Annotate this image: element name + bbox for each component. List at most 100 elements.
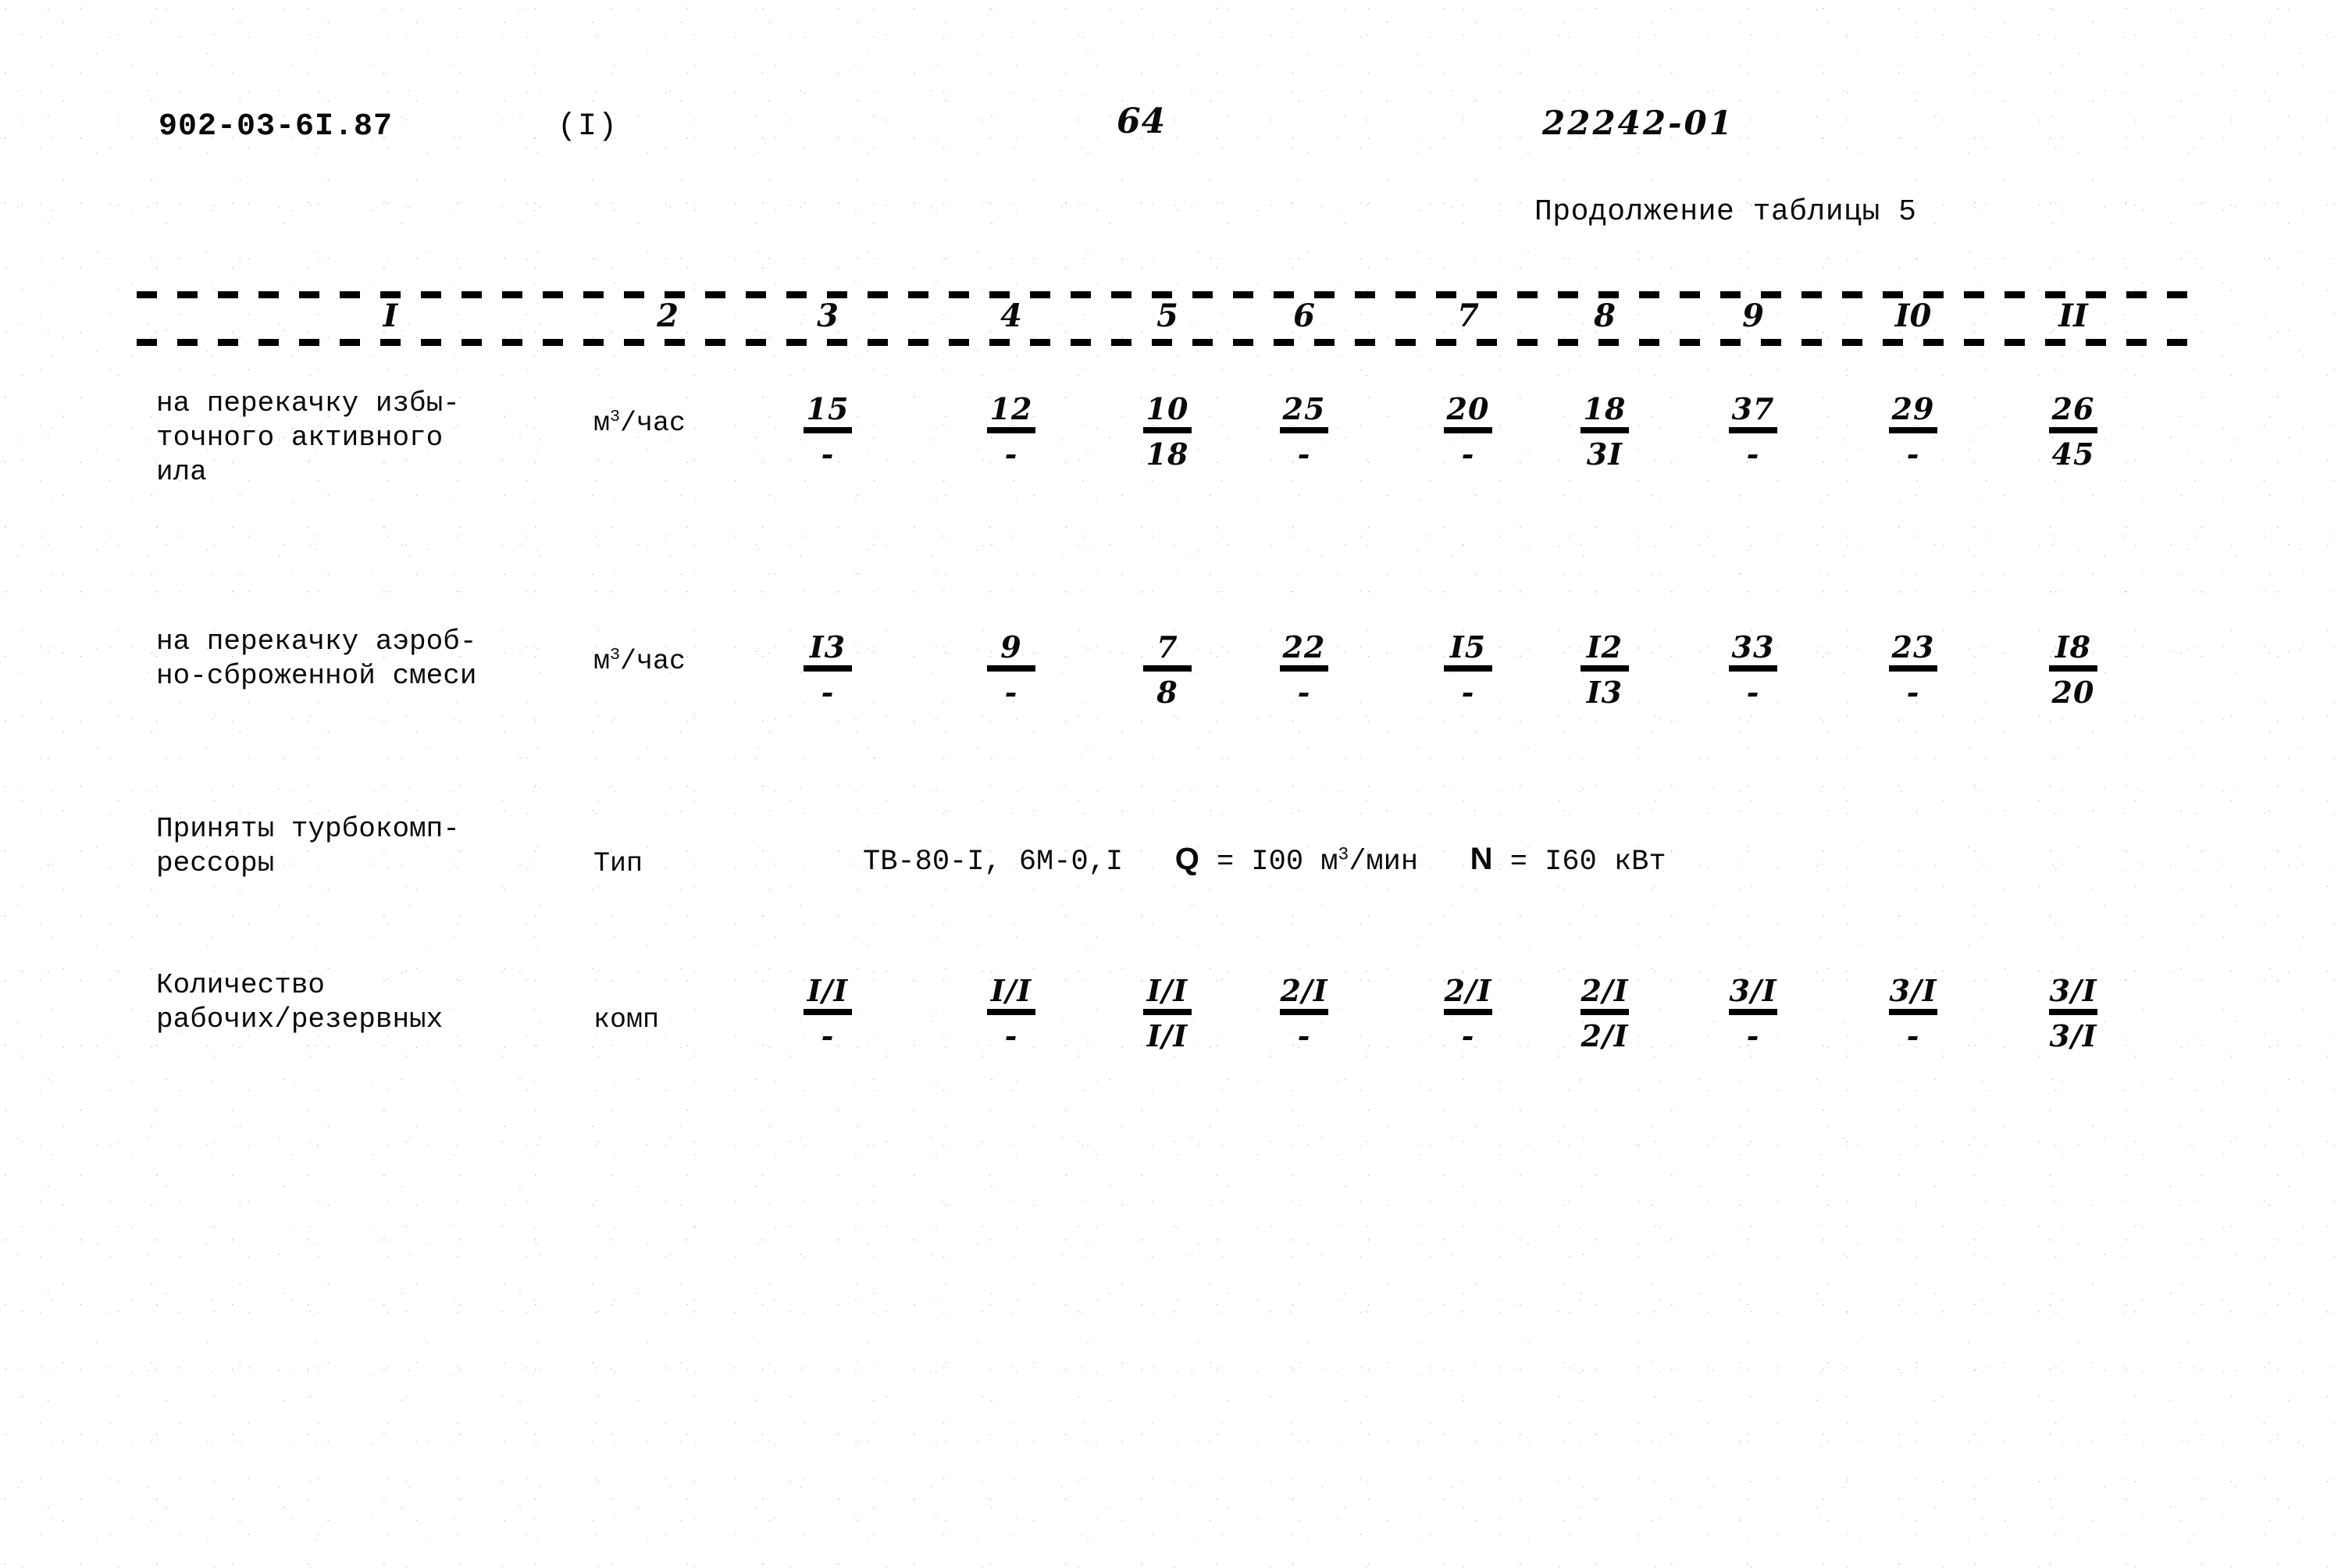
fraction-bar: [1280, 427, 1328, 433]
row-label: Количество рабочих/резервных: [156, 969, 444, 1035]
table-cell: 2/I -: [1226, 976, 1382, 1053]
cell-denominator: -: [1004, 437, 1018, 472]
fraction-bar: [1729, 665, 1777, 672]
cell-numerator: 9: [1000, 629, 1022, 665]
table-cell: 3/I 3/I: [1995, 976, 2151, 1053]
unit-exponent: 3: [610, 407, 621, 426]
cell-numerator: 33: [1731, 629, 1775, 665]
table-cell: 23-: [1835, 633, 1991, 709]
cell-numerator: 3/I: [1889, 973, 1937, 1008]
table-cell: 2/I -: [1390, 976, 1546, 1053]
column-number-1: I: [383, 298, 398, 334]
fraction-bar: [987, 665, 1035, 672]
row-unit: комп: [593, 1004, 660, 1035]
fraction-bar: [987, 427, 1035, 433]
table-rule-bottom: [137, 339, 2206, 346]
fraction-bar: [1280, 665, 1328, 672]
fraction-bar: [1143, 1009, 1192, 1015]
fraction-bar: [2049, 1009, 2097, 1015]
cell-denominator: -: [821, 675, 835, 710]
table-cell: 78: [1089, 633, 1245, 709]
power-symbol: N: [1470, 842, 1493, 876]
fraction-bar: [1889, 427, 1937, 433]
table-cell: 25 -: [1226, 394, 1382, 471]
cell-numerator: 7: [1156, 629, 1178, 665]
cell-denominator: -: [1461, 437, 1475, 472]
fraction-bar: [1143, 427, 1192, 433]
cell-numerator: 2/I: [1444, 973, 1492, 1008]
cell-denominator: -: [1461, 675, 1475, 710]
cell-numerator: 25: [1282, 391, 1326, 426]
fraction-bar: [2049, 427, 2097, 433]
page-number: 64: [1117, 102, 1167, 141]
cell-numerator: 2/I: [1280, 973, 1328, 1008]
cell-denominator: -: [1461, 1018, 1475, 1053]
column-number-5: 5: [1156, 298, 1178, 334]
table-cell: I/I I/I: [1089, 976, 1245, 1053]
column-number-4: 4: [1000, 298, 1022, 334]
fraction-bar: [804, 665, 852, 672]
cell-numerator: 37: [1731, 391, 1775, 426]
table-cell: 9-: [933, 633, 1089, 709]
cell-denominator: -: [1297, 1018, 1311, 1053]
cell-denominator: 8: [1156, 675, 1178, 710]
fraction-bar: [2049, 665, 2097, 672]
cell-denominator: -: [1297, 675, 1311, 710]
table-cell: 20 -: [1390, 394, 1546, 471]
table-cell: I/I -: [933, 976, 1089, 1053]
drawing-number: 22242-01: [1542, 104, 1734, 142]
table-cell: 10 18: [1089, 394, 1245, 471]
table-cell: I5-: [1390, 633, 1546, 709]
cell-numerator: 23: [1891, 629, 1935, 665]
table-cell: I3-: [750, 633, 906, 709]
row-unit: м3/час: [593, 407, 686, 439]
cell-numerator: 3/I: [2049, 973, 2097, 1008]
cell-numerator: 22: [1282, 629, 1326, 665]
row-unit: Тип: [593, 848, 643, 879]
table-cell: I/I -: [750, 976, 906, 1053]
cell-numerator: 29: [1891, 391, 1935, 426]
table-cell: I8 20: [1995, 633, 2151, 709]
column-number-2: 2: [657, 298, 679, 334]
flow-unit-exponent: 3: [1338, 844, 1349, 865]
fraction-bar: [1143, 665, 1192, 672]
cell-denominator: -: [1746, 1018, 1760, 1053]
cell-denominator: -: [1906, 1018, 1920, 1053]
turbocompressor-spec-text: ТВ-80-I, 6М-0,I Q = I00 м3/мин N = I60 к…: [863, 842, 1666, 878]
cell-denominator: -: [1906, 675, 1920, 710]
cell-denominator: 3/I: [2049, 1018, 2097, 1053]
table-continuation-caption: Продолжение таблицы 5: [1534, 195, 1917, 229]
fraction-bar: [804, 1009, 852, 1015]
row-label: Приняты турбокомп- рессоры: [156, 813, 460, 879]
flow-symbol: Q: [1174, 842, 1199, 876]
unit-exponent: 3: [610, 645, 621, 665]
cell-denominator: 3I: [1586, 437, 1623, 472]
table-cell: 29 -: [1835, 394, 1991, 471]
cell-numerator: I2: [1586, 629, 1623, 665]
cell-numerator: 2/I: [1580, 973, 1629, 1008]
cell-numerator: 18: [1583, 391, 1627, 426]
cell-denominator: -: [1297, 437, 1311, 472]
cell-denominator: 20: [2051, 675, 2095, 710]
fraction-bar: [1729, 1009, 1777, 1015]
column-number-3: 3: [817, 298, 839, 334]
cell-numerator: I/I: [1146, 973, 1188, 1008]
fraction-bar: [1580, 427, 1629, 433]
fraction-bar: [1444, 427, 1492, 433]
row-label: на перекачку аэроб- но-сброженной смеси: [156, 625, 477, 692]
document-code: 902-03-6I.87: [159, 109, 394, 144]
table-cell: 33-: [1675, 633, 1831, 709]
row-label: на перекачку избы- точного активного ила: [156, 387, 460, 488]
table-cell: 37 -: [1675, 394, 1831, 471]
row-unit: м3/час: [593, 645, 686, 677]
table-cell: 2/I 2/I: [1527, 976, 1683, 1053]
table-cell: I2 I3: [1527, 633, 1683, 709]
fraction-bar: [1444, 665, 1492, 672]
cell-denominator: 2/I: [1580, 1018, 1629, 1053]
cell-denominator: -: [1906, 437, 1920, 472]
table-cell: 3/I -: [1835, 976, 1991, 1053]
fraction-bar: [1280, 1009, 1328, 1015]
cell-denominator: I/I: [1146, 1018, 1188, 1053]
fraction-bar: [1729, 427, 1777, 433]
cell-denominator: 45: [2051, 437, 2095, 472]
